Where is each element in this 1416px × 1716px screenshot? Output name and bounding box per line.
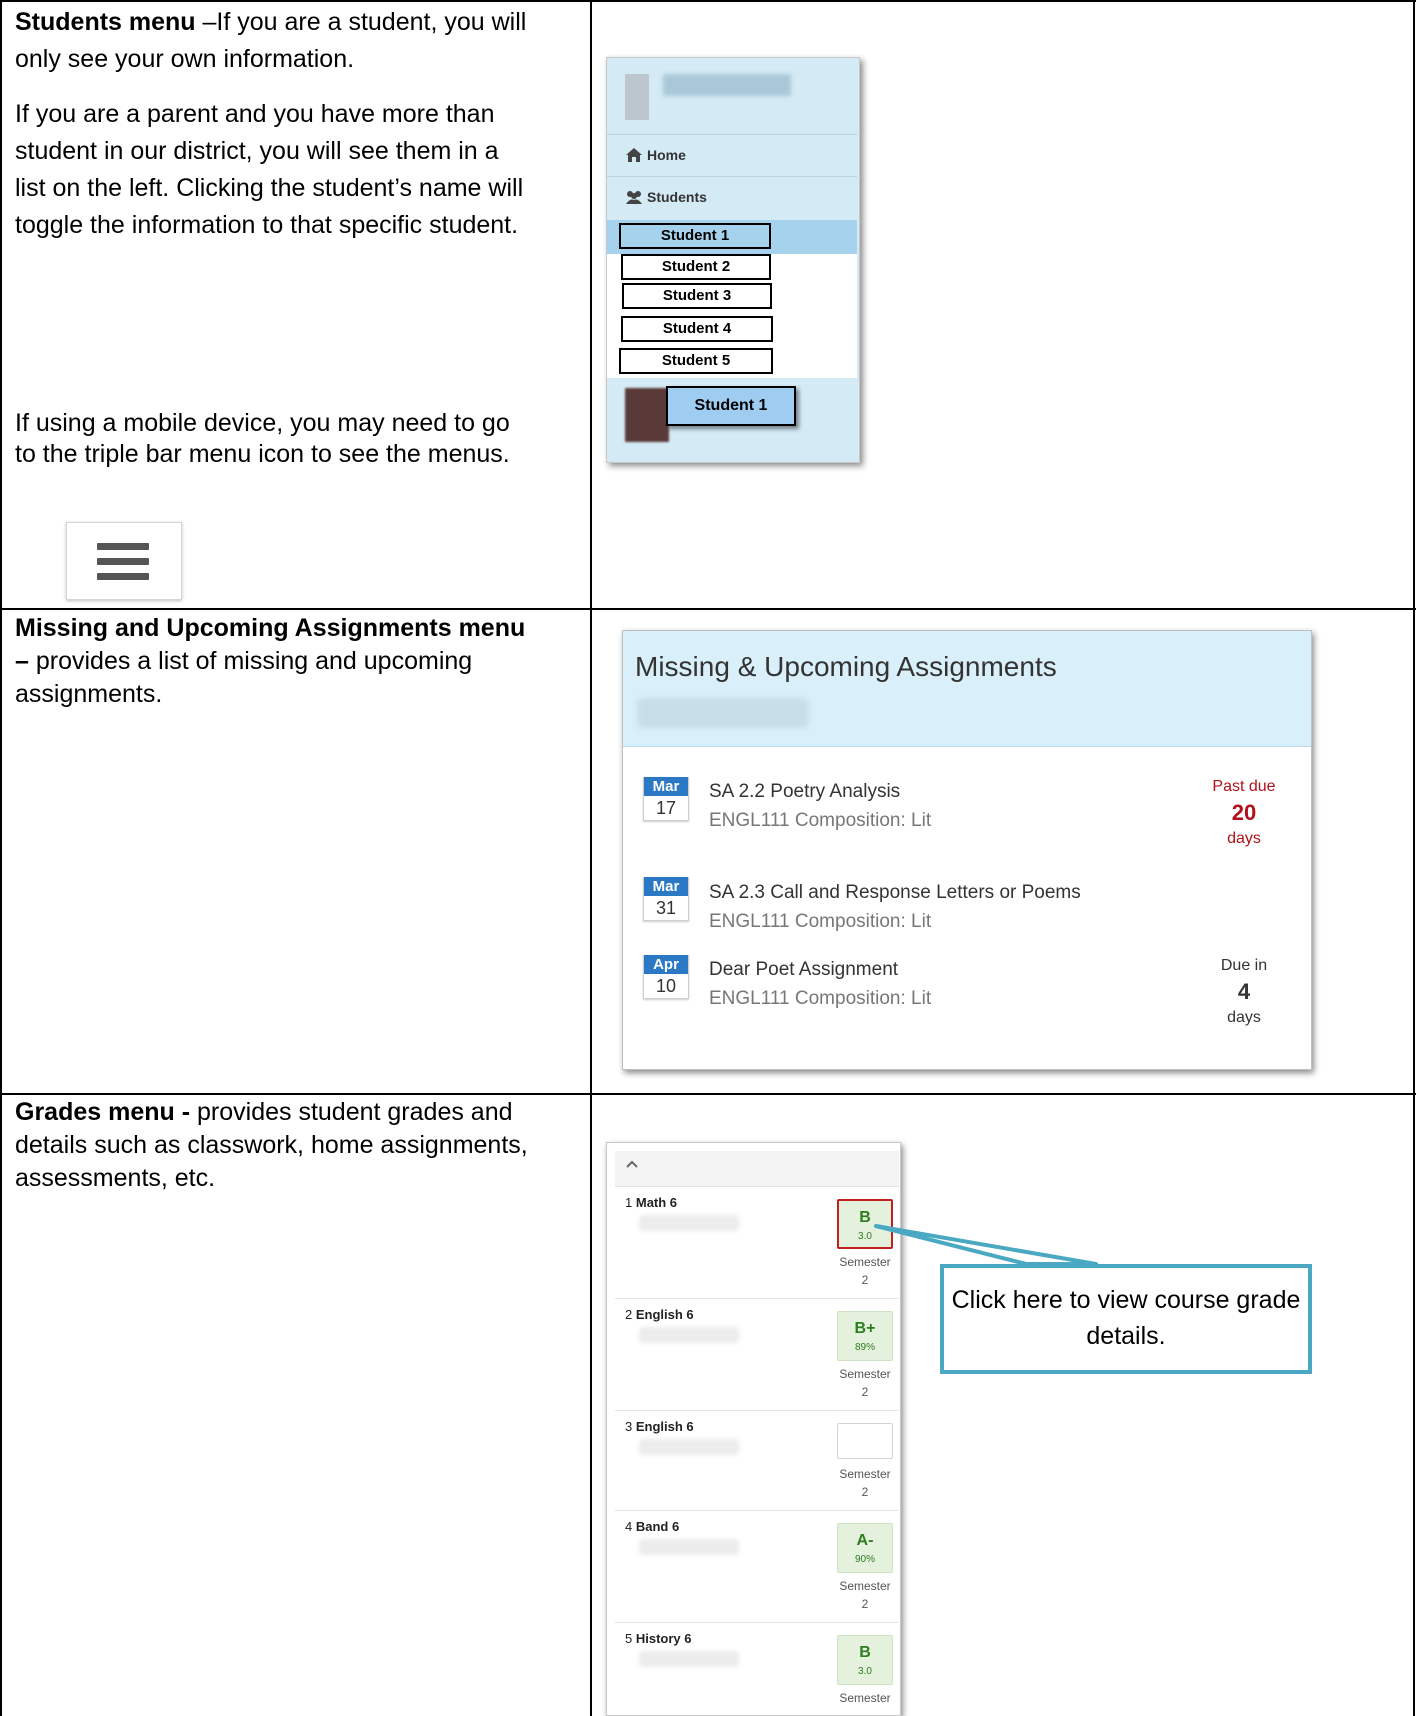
teacher-name-blurred bbox=[639, 1439, 739, 1455]
user-name-blurred bbox=[663, 74, 791, 96]
table-divider-row2 bbox=[0, 1093, 1416, 1095]
grade-score: 90% bbox=[854, 1554, 875, 1565]
course-name: 2 English 6 bbox=[625, 1307, 694, 1322]
status-count: 4 bbox=[1237, 979, 1251, 1004]
assignment-course: ENGL111 Composition: Lit bbox=[709, 810, 932, 831]
mobile-note: If using a mobile device, you may need t… bbox=[15, 409, 510, 468]
student-list-item[interactable]: Student 4 bbox=[621, 316, 773, 342]
assignment-title[interactable]: Dear Poet Assignment bbox=[709, 959, 898, 981]
grade-badge-empty[interactable] bbox=[837, 1423, 893, 1459]
assignment-month: Mar bbox=[644, 777, 688, 796]
missing-assignments-title: Missing & Upcoming Assignments bbox=[635, 651, 1057, 682]
assignment-course: ENGL111 Composition: Lit bbox=[709, 988, 932, 1009]
assignment-month: Mar bbox=[644, 877, 688, 896]
teacher-name-blurred bbox=[639, 1651, 739, 1667]
assignment-title[interactable]: SA 2.2 Poetry Analysis bbox=[709, 781, 900, 803]
nav-item-label: Students bbox=[647, 189, 707, 205]
nav-item-students[interactable]: Students bbox=[607, 176, 857, 220]
student-list-item[interactable]: Student 5 bbox=[619, 348, 773, 374]
status-label: Due in bbox=[1220, 957, 1268, 974]
table-border-left bbox=[0, 0, 2, 1716]
teacher-name-blurred bbox=[639, 1327, 739, 1343]
course-name: 1 Math 6 bbox=[625, 1195, 678, 1210]
status-unit: days bbox=[1227, 1009, 1261, 1026]
grades-menu-title: Grades menu - bbox=[15, 1098, 191, 1126]
course-name: 3 English 6 bbox=[625, 1419, 694, 1434]
current-student-button[interactable]: Student 1 bbox=[666, 386, 796, 426]
assignment-day: 17 bbox=[644, 796, 688, 820]
table-border-right bbox=[1413, 0, 1415, 1716]
grade-term: Semester 2 bbox=[839, 1579, 891, 1611]
grades-menu-description: Grades menu - provides student grades an… bbox=[15, 1096, 555, 1195]
grade-letter: B bbox=[859, 1209, 871, 1226]
course-name: 5 History 6 bbox=[625, 1631, 692, 1646]
teacher-name-blurred bbox=[639, 1215, 739, 1231]
assignment-date-badge: Apr 10 bbox=[643, 955, 689, 999]
course-row[interactable]: 4 Band 6 A- 90% Semester 2 bbox=[615, 1511, 899, 1623]
student-name-blurred bbox=[637, 698, 809, 728]
grade-letter: B+ bbox=[854, 1320, 876, 1337]
users-icon bbox=[626, 191, 642, 204]
course-row[interactable]: 5 History 6 B 3.0 Semester bbox=[615, 1623, 899, 1715]
grade-term: Semester 2 bbox=[839, 1467, 891, 1499]
grade-badge[interactable]: B+ 89% bbox=[837, 1311, 893, 1361]
assignment-title[interactable]: SA 2.3 Call and Response Letters or Poem… bbox=[709, 882, 1081, 904]
grade-score: 89% bbox=[854, 1342, 875, 1353]
missing-menu-description: Missing and Upcoming Assignments menu – … bbox=[15, 612, 545, 711]
student-list-item[interactable]: Student 2 bbox=[621, 254, 771, 280]
course-name: 4 Band 6 bbox=[625, 1519, 680, 1534]
student-list-item[interactable]: Student 1 bbox=[619, 223, 771, 249]
assignment-day: 10 bbox=[644, 974, 688, 998]
status-unit: days bbox=[1227, 830, 1261, 847]
grades-collapse-bar[interactable] bbox=[615, 1151, 899, 1187]
course-row[interactable]: 2 English 6 B+ 89% Semester 2 bbox=[615, 1299, 899, 1411]
assignment-date-badge: Mar 31 bbox=[643, 877, 689, 921]
current-student-avatar-blurred bbox=[625, 388, 669, 442]
nav-item-home[interactable]: Home bbox=[607, 134, 857, 176]
students-menu-description: Students menu –If you are a student, you… bbox=[15, 4, 535, 244]
students-menu-title: Students menu bbox=[15, 8, 196, 36]
grade-letter: A- bbox=[856, 1532, 874, 1549]
grade-term: Semester bbox=[839, 1691, 891, 1705]
table-border-top bbox=[0, 0, 1416, 2]
grade-score: 3.0 bbox=[858, 1666, 872, 1677]
assignment-status-due: Due in 4 days bbox=[1189, 957, 1299, 1027]
callout-box: Click here to view course grade details. bbox=[940, 1264, 1312, 1374]
status-label: Past due bbox=[1212, 778, 1276, 795]
course-row[interactable]: 3 English 6 Semester 2 bbox=[615, 1411, 899, 1511]
chevron-up-icon bbox=[626, 1160, 638, 1168]
assignment-month: Apr bbox=[644, 955, 688, 974]
grade-term: Semester 2 bbox=[839, 1255, 891, 1287]
assignment-status-pastdue: Past due 20 days bbox=[1189, 778, 1299, 848]
assignment-date-badge: Mar 17 bbox=[643, 777, 689, 821]
student-list-item[interactable]: Student 3 bbox=[622, 283, 772, 309]
grade-term: Semester 2 bbox=[839, 1367, 891, 1399]
grade-score: 3.0 bbox=[858, 1231, 872, 1242]
assignment-day: 31 bbox=[644, 896, 688, 920]
assignment-course: ENGL111 Composition: Lit bbox=[709, 911, 932, 932]
grade-letter: B bbox=[859, 1644, 871, 1661]
user-avatar-blurred bbox=[625, 74, 649, 120]
grades-screenshot: 1 Math 6 B 3.0 Semester 2 2 English 6 B+ … bbox=[606, 1142, 901, 1716]
students-menu-parent-note: If you are a parent and you have more th… bbox=[15, 100, 524, 239]
status-count: 20 bbox=[1231, 800, 1257, 825]
nav-item-label: Home bbox=[647, 147, 686, 163]
missing-assignments-header: Missing & Upcoming Assignments bbox=[623, 631, 1311, 747]
missing-assignments-screenshot: Missing & Upcoming Assignments Mar 17 SA… bbox=[622, 630, 1312, 1070]
grade-badge[interactable]: B 3.0 bbox=[837, 1199, 893, 1249]
course-row[interactable]: 1 Math 6 B 3.0 Semester 2 bbox=[615, 1187, 899, 1299]
home-icon bbox=[626, 148, 642, 162]
table-divider-vertical bbox=[590, 0, 592, 1716]
grade-badge[interactable]: B 3.0 bbox=[837, 1635, 893, 1685]
table-divider-row1 bbox=[0, 608, 1416, 610]
grade-badge[interactable]: A- 90% bbox=[837, 1523, 893, 1573]
teacher-name-blurred bbox=[639, 1539, 739, 1555]
hamburger-menu-icon bbox=[66, 522, 182, 600]
missing-menu-desc: provides a list of missing and upcoming … bbox=[15, 647, 473, 708]
students-menu-screenshot: Home Students Student 1 Student 2 Studen… bbox=[606, 57, 860, 463]
